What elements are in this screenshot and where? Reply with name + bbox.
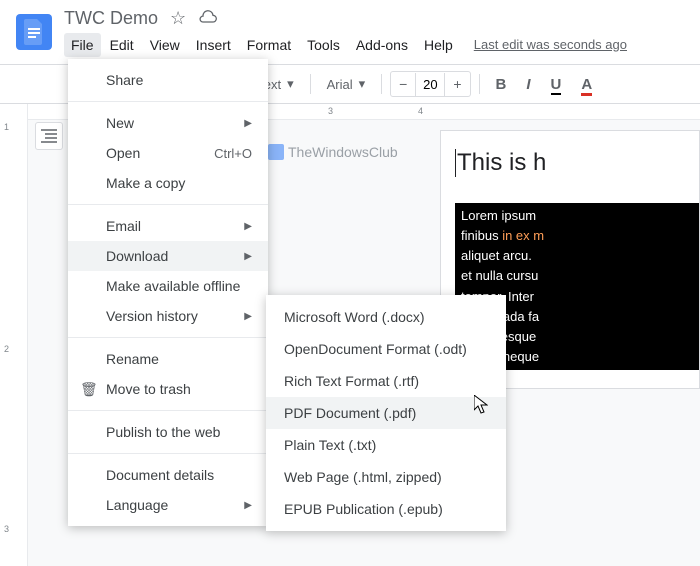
- font-size-decrease[interactable]: −: [391, 72, 415, 96]
- download-epub[interactable]: EPUB Publication (.epub): [266, 493, 506, 525]
- toolbar-separator: [310, 74, 311, 94]
- menu-email[interactable]: Email▶: [68, 211, 268, 241]
- doc-title-row: TWC Demo ☆: [64, 8, 684, 29]
- ruler-tick: 2: [4, 344, 9, 354]
- ruler-tick: 3: [4, 524, 9, 534]
- menu-help[interactable]: Help: [417, 33, 460, 57]
- chevron-down-icon: ▾: [359, 76, 366, 92]
- download-rtf[interactable]: Rich Text Format (.rtf): [266, 365, 506, 397]
- toolbar-separator: [479, 74, 480, 94]
- watermark-text: TheWindowsClub: [288, 144, 398, 160]
- last-edit-link[interactable]: Last edit was seconds ago: [474, 37, 627, 52]
- menu-version-history[interactable]: Version history▶: [68, 301, 268, 331]
- download-odt[interactable]: OpenDocument Format (.odt): [266, 333, 506, 365]
- underline-button[interactable]: U: [543, 72, 570, 97]
- vertical-ruler: 1 2 3: [0, 104, 28, 566]
- file-dropdown-menu: Share New▶ OpenCtrl+O Make a copy Email▶…: [68, 59, 268, 526]
- italic-button[interactable]: I: [518, 72, 538, 97]
- outline-toggle-button[interactable]: [35, 122, 63, 150]
- menu-edit[interactable]: Edit: [103, 33, 141, 57]
- menu-view[interactable]: View: [143, 33, 187, 57]
- ruler-tick: 4: [418, 106, 423, 116]
- font-size-control: − +: [390, 71, 470, 97]
- menu-separator: [68, 101, 268, 102]
- menu-download[interactable]: Download▶: [68, 241, 268, 271]
- ruler-tick: 3: [328, 106, 333, 116]
- doc-title[interactable]: TWC Demo: [64, 8, 158, 29]
- menu-offline[interactable]: Make available offline: [68, 271, 268, 301]
- menu-publish[interactable]: Publish to the web: [68, 417, 268, 447]
- toolbar-separator: [381, 74, 382, 94]
- title-area: TWC Demo ☆ File Edit View Insert Format …: [64, 8, 684, 57]
- menu-addons[interactable]: Add-ons: [349, 33, 415, 57]
- download-txt[interactable]: Plain Text (.txt): [266, 429, 506, 461]
- menu-tools[interactable]: Tools: [300, 33, 347, 57]
- menu-new[interactable]: New▶: [68, 108, 268, 138]
- menu-share[interactable]: Share: [68, 65, 268, 95]
- menu-make-copy[interactable]: Make a copy: [68, 168, 268, 198]
- menu-language[interactable]: Language▶: [68, 490, 268, 520]
- star-icon[interactable]: ☆: [170, 8, 186, 29]
- heading-text: This is h: [455, 149, 699, 177]
- download-pdf[interactable]: PDF Document (.pdf): [266, 397, 506, 429]
- watermark: TheWindowsClub: [268, 144, 398, 160]
- chevron-right-icon: ▶: [244, 500, 252, 511]
- mouse-cursor-icon: [474, 395, 488, 420]
- font-size-input[interactable]: [415, 73, 445, 96]
- chevron-right-icon: ▶: [244, 118, 252, 129]
- font-size-increase[interactable]: +: [445, 72, 469, 96]
- menu-format[interactable]: Format: [240, 33, 298, 57]
- font-family-dropdown[interactable]: Arial ▾: [319, 72, 374, 96]
- menu-open[interactable]: OpenCtrl+O: [68, 138, 268, 168]
- menu-document-details[interactable]: Document details: [68, 460, 268, 490]
- chevron-right-icon: ▶: [244, 251, 252, 262]
- chevron-right-icon: ▶: [244, 221, 252, 232]
- ruler-tick: 1: [4, 122, 9, 132]
- watermark-icon: [268, 144, 284, 160]
- menu-insert[interactable]: Insert: [189, 33, 238, 57]
- chevron-right-icon: ▶: [244, 311, 252, 322]
- menu-rename[interactable]: Rename: [68, 344, 268, 374]
- cloud-saved-icon[interactable]: [198, 8, 218, 29]
- menu-separator: [68, 453, 268, 454]
- trash-icon: 🗑: [80, 381, 98, 398]
- download-docx[interactable]: Microsoft Word (.docx): [266, 301, 506, 333]
- menu-move-to-trash[interactable]: 🗑Move to trash: [68, 374, 268, 404]
- bold-button[interactable]: B: [488, 72, 515, 97]
- menubar: File Edit View Insert Format Tools Add-o…: [64, 33, 684, 57]
- header: TWC Demo ☆ File Edit View Insert Format …: [0, 0, 700, 64]
- menu-separator: [68, 410, 268, 411]
- font-family-label: Arial: [327, 77, 353, 92]
- menu-separator: [68, 337, 268, 338]
- chevron-down-icon: ▾: [287, 76, 294, 92]
- text-color-button[interactable]: A: [573, 72, 600, 97]
- menu-file[interactable]: File: [64, 33, 101, 57]
- menu-separator: [68, 204, 268, 205]
- download-submenu: Microsoft Word (.docx) OpenDocument Form…: [266, 295, 506, 531]
- docs-logo[interactable]: [16, 14, 52, 50]
- download-html[interactable]: Web Page (.html, zipped): [266, 461, 506, 493]
